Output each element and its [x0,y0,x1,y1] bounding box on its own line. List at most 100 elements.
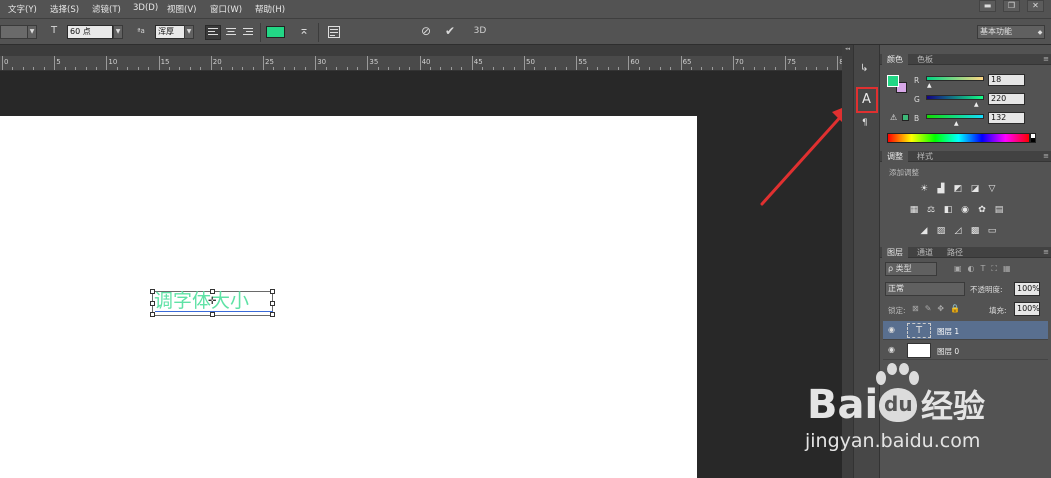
history-panel-icon[interactable]: ↳ [860,63,868,74]
character-panel-icon: A [862,92,871,107]
visibility-eye-icon[interactable]: ◉ [888,345,895,354]
r-value-field[interactable]: 18 [988,74,1025,86]
transform-handle[interactable] [150,289,155,294]
black-white-swatch[interactable] [1030,133,1036,143]
tab-adjustments[interactable]: 调整 [882,151,908,162]
menu-view[interactable]: 视图(V) [167,3,196,15]
text-layer-content[interactable]: 调字体大小 [154,290,249,312]
g-value-field[interactable]: 220 [988,93,1025,105]
exposure-icon[interactable]: ◪ [969,184,981,194]
align-center-button[interactable] [223,25,239,40]
blend-mode-select[interactable]: 正常 [885,282,965,296]
g-slider[interactable] [926,95,984,100]
collapse-dock-icon[interactable]: ◂◂ [845,46,850,52]
add-adjustment-heading: 添加调整 [889,168,919,177]
layer-filter-kind[interactable]: ρ 类型 [885,262,937,276]
antialias-dropdown[interactable]: ▼ [184,25,194,39]
transform-handle[interactable] [150,312,155,317]
cancel-edit-icon[interactable]: ⊘ [418,24,434,38]
transform-handle[interactable] [210,289,215,294]
transform-handle[interactable] [270,301,275,306]
photo-filter-icon[interactable]: ◉ [959,205,971,215]
text-bounding-box[interactable]: 调字体大小 ✛ [150,289,275,317]
menu-3d[interactable]: 3D(D) [133,3,158,13]
tab-layers[interactable]: 图层 [882,247,908,258]
menu-select[interactable]: 选择(S) [50,3,79,15]
b-value-field[interactable]: 132 [988,112,1025,124]
tab-styles[interactable]: 样式 [912,151,938,162]
close-button[interactable]: ✕ [1027,0,1044,12]
ruler-minor-tick [816,67,818,70]
minimize-button[interactable]: ▬ [979,0,996,12]
hue-saturation-icon[interactable]: ▦ [908,205,920,215]
text-color-swatch[interactable] [266,26,285,38]
selective-color-icon[interactable]: ▩ [969,226,981,236]
panel-menu-icon[interactable]: ≡ [1043,151,1049,162]
menu-filter[interactable]: 滤镜(T) [92,3,121,15]
font-style-field[interactable] [0,25,28,39]
3d-mode-button[interactable]: 3D [470,26,490,36]
commit-edit-icon[interactable]: ✔ [442,24,458,38]
antialias-field[interactable]: 浑厚 [155,25,185,39]
ruler-minor-tick [189,67,191,70]
color-spectrum-bar[interactable] [887,133,1030,143]
black-white-icon[interactable]: ◧ [942,205,954,215]
align-right-button[interactable] [240,25,256,40]
brightness-icon[interactable]: ☀ [918,184,930,194]
menu-help[interactable]: 帮助(H) [255,3,285,15]
channel-mixer-icon[interactable]: ✿ [976,205,988,215]
ruler-minor-tick [753,67,755,70]
vibrance-icon[interactable]: ▽ [986,184,998,194]
gradient-map-icon[interactable]: ▭ [986,226,998,236]
layer-row-text[interactable]: ◉ T 图层 1 [883,321,1048,340]
websafe-swatch[interactable] [902,114,909,121]
foreground-color-swatch[interactable] [887,75,899,87]
layer-name[interactable]: 图层 1 [937,326,959,337]
b-slider[interactable] [926,114,984,119]
b-slider-thumb[interactable]: ▲ [954,120,959,127]
menu-window[interactable]: 窗口(W) [210,3,242,15]
r-slider-thumb[interactable]: ▲ [927,82,932,89]
panel-menu-icon[interactable]: ≡ [1043,247,1049,258]
curves-icon[interactable]: ◩ [952,184,964,194]
restore-button[interactable]: ❐ [1003,0,1020,12]
visibility-eye-icon[interactable]: ◉ [888,325,895,334]
ruler-minor-tick [388,67,390,70]
workspace-switcher[interactable]: 基本功能 [977,25,1045,39]
layer-name[interactable]: 图层 0 [937,346,959,357]
layer-filter-icons[interactable]: ▣◐T⛶▦ [954,264,1017,274]
character-panel-button[interactable]: A [856,87,878,113]
fill-field[interactable]: 100% [1014,302,1040,316]
ruler-minor-tick [764,67,766,70]
transform-handle[interactable] [210,312,215,317]
lock-icons[interactable]: ⊠✎✥🔒 [912,304,966,313]
warp-text-icon[interactable]: ⌅ [296,23,312,37]
transform-handle[interactable] [270,312,275,317]
font-size-dropdown[interactable]: ▼ [113,25,123,39]
document-canvas[interactable] [0,116,697,478]
color-balance-icon[interactable]: ⚖ [925,205,937,215]
color-lookup-icon[interactable]: ▤ [993,205,1005,215]
posterize-icon[interactable]: ▨ [935,226,947,236]
font-size-field[interactable]: 60 点 [67,25,113,39]
paragraph-panel-icon[interactable]: ¶ [862,118,868,128]
threshold-icon[interactable]: ◿ [952,226,964,236]
opacity-field[interactable]: 100% [1014,282,1040,296]
ruler-label: 45 [473,58,483,66]
opacity-label: 不透明度: [970,285,1003,294]
tab-channels[interactable]: 通道 [912,247,938,258]
r-slider[interactable] [926,76,984,81]
font-style-dropdown[interactable]: ▼ [27,25,37,39]
g-slider-thumb[interactable]: ▲ [974,101,979,108]
character-panel-toggle-button[interactable] [326,24,342,40]
menu-type[interactable]: 文字(Y) [8,3,37,15]
transform-handle[interactable] [270,289,275,294]
transform-handle[interactable] [150,301,155,306]
tab-paths[interactable]: 路径 [942,247,968,258]
align-left-button[interactable] [205,25,221,40]
invert-icon[interactable]: ◢ [918,226,930,236]
panel-menu-icon[interactable]: ≡ [1043,54,1049,65]
tab-color[interactable]: 颜色 [882,54,908,65]
tab-swatches[interactable]: 色板 [912,54,938,65]
levels-icon[interactable]: ▟ [935,184,947,194]
